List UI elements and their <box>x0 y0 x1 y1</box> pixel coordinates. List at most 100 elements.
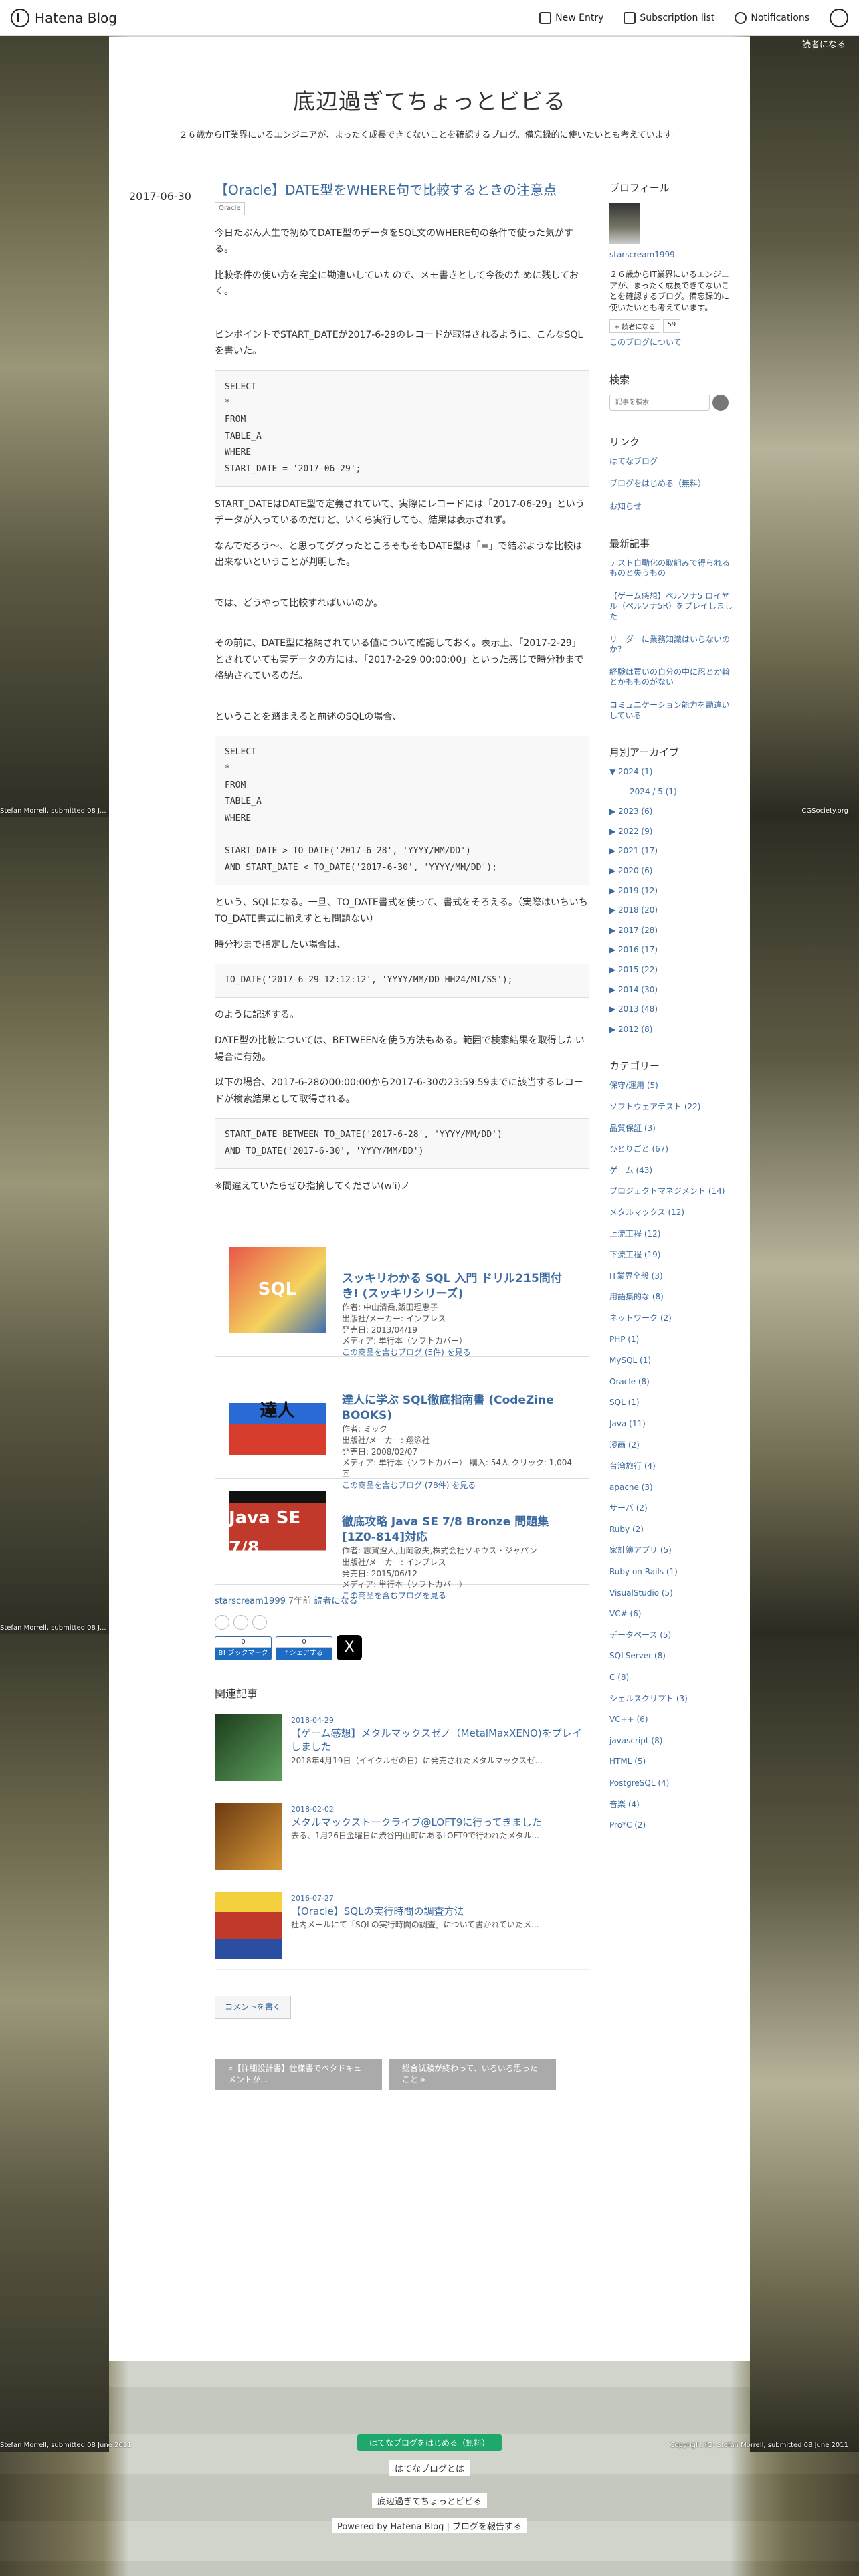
archive-link[interactable]: ▶ 2017 (28) <box>609 926 737 936</box>
category-link[interactable]: PostgreSQL (4) <box>609 1778 737 1789</box>
category-link[interactable]: IT業界全般 (3) <box>609 1271 737 1282</box>
star-user-icon[interactable] <box>233 1614 248 1630</box>
category-link[interactable]: 上流工程 (12) <box>609 1229 737 1240</box>
write-comment-button[interactable]: コメントを書く <box>215 1995 292 2019</box>
prev-entry-link[interactable]: «【詳細設計書】仕様書でベタドキュメントが... <box>215 2058 382 2090</box>
category-link[interactable]: C (8) <box>609 1673 737 1683</box>
category-link[interactable]: HTML (5) <box>609 1757 737 1767</box>
x-share-button[interactable]: X <box>337 1634 362 1660</box>
follow-link[interactable]: 読者になる <box>314 1596 357 1606</box>
notifications-button[interactable]: Notifications <box>735 11 809 24</box>
archive-link[interactable]: ▶ 2020 (6) <box>609 866 737 877</box>
category-tag[interactable]: Oracle <box>215 202 245 215</box>
category-link[interactable]: Pro*C (2) <box>609 1820 737 1831</box>
blog-title[interactable]: 底辺過ぎてちょっとビビる <box>109 84 750 116</box>
category-link[interactable]: シェルスクリプト (3) <box>609 1694 737 1705</box>
category-link[interactable]: 漫画 (2) <box>609 1440 737 1451</box>
category-link[interactable]: 下流工程 (19) <box>609 1250 737 1261</box>
category-link[interactable]: 家計簿アプリ (5) <box>609 1545 737 1556</box>
category-link[interactable]: Ruby on Rails (1) <box>609 1567 737 1578</box>
recent-entry-link[interactable]: テスト自動化の取組みで得られるものと失うもの <box>609 558 737 579</box>
category-link[interactable]: ゲーム (43) <box>609 1166 737 1176</box>
archive-link[interactable]: 2024 / 5 (1) <box>609 787 737 798</box>
category-link[interactable]: SQLServer (8) <box>609 1651 737 1662</box>
link-item[interactable]: お知らせ <box>609 502 737 512</box>
book-cover-image[interactable]: Java SE 7/8 <box>229 1491 326 1577</box>
category-link[interactable]: メタルマックス (12) <box>609 1208 737 1218</box>
category-link[interactable]: 保守/運用 (5) <box>609 1081 737 1091</box>
category-link[interactable]: MySQL (1) <box>609 1356 737 1366</box>
star-user-icon[interactable] <box>252 1614 267 1630</box>
category-link[interactable]: 用語集的な (8) <box>609 1292 737 1303</box>
category-link[interactable]: VC# (6) <box>609 1609 737 1620</box>
archive-link[interactable]: ▶ 2021 (17) <box>609 846 737 857</box>
new-entry-button[interactable]: New Entry <box>539 11 603 24</box>
start-blog-button[interactable]: はてなブログをはじめる（無料） <box>357 2434 502 2451</box>
category-link[interactable]: SQL (1) <box>609 1398 737 1408</box>
category-link[interactable]: 品質保証 (3) <box>609 1123 737 1134</box>
book-cover-image[interactable]: 達人 <box>229 1369 326 1455</box>
archive-link[interactable]: ▶ 2014 (30) <box>609 985 737 996</box>
category-link[interactable]: ネットワーク (2) <box>609 1313 737 1324</box>
related-title[interactable]: メタルマックストークライブ@LOFT9に行ってきました <box>291 1816 542 1829</box>
category-link[interactable]: ソフトウェアテスト (22) <box>609 1102 737 1113</box>
facebook-share-button[interactable]: 0f シェアする <box>276 1636 332 1660</box>
related-thumbnail[interactable] <box>215 1802 282 1870</box>
profile-name-link[interactable]: starscream1999 <box>609 249 737 261</box>
recent-entry-link[interactable]: 【ゲーム感想】ペルソナ5 ロイヤル（ペルソナ5R）をプレイしました <box>609 591 737 623</box>
related-title[interactable]: 【ゲーム感想】メタルマックスゼノ（MetalMaxXENO)をプレイしました <box>291 1727 589 1754</box>
link-item[interactable]: はてなブログ <box>609 457 737 467</box>
affiliate-title[interactable]: スッキリわかる SQL 入門 ドリル215問付き! (スッキリシリーズ) <box>342 1271 575 1302</box>
archive-link[interactable]: ▶ 2018 (20) <box>609 905 737 916</box>
category-link[interactable]: Ruby (2) <box>609 1525 737 1535</box>
footer-blog-link[interactable]: 底辺過ぎてちょっとビビる <box>371 2493 487 2508</box>
next-entry-link[interactable]: 総合試験が終わって、いろいろ思ったこと » <box>389 2058 556 2090</box>
search-input[interactable] <box>609 394 710 411</box>
category-link[interactable]: ひとりごと (67) <box>609 1144 737 1155</box>
related-item[interactable]: 2016-07-27 【Oracle】SQLの実行時間の調査方法 社内メールにて「S… <box>215 1881 589 1970</box>
related-thumbnail[interactable] <box>215 1713 282 1781</box>
affiliate-title[interactable]: 達人に学ぶ SQL徹底指南書 (CodeZine BOOKS) <box>342 1393 575 1424</box>
category-link[interactable]: PHP (1) <box>609 1335 737 1346</box>
related-thumbnail[interactable] <box>215 1891 282 1959</box>
category-link[interactable]: javascript (8) <box>609 1736 737 1747</box>
category-link[interactable]: Oracle (8) <box>609 1377 737 1388</box>
archive-link[interactable]: ▶ 2012 (8) <box>609 1025 737 1035</box>
book-cover-image[interactable]: SQL <box>229 1247 326 1333</box>
link-item[interactable]: ブログをはじめる（無料） <box>609 479 737 490</box>
archive-link[interactable]: ▶ 2023 (6) <box>609 807 737 817</box>
archive-link[interactable]: ▶ 2022 (9) <box>609 827 737 837</box>
entry-date[interactable]: 2017-06-30 <box>129 190 191 203</box>
about-blog-link[interactable]: このブログについて <box>609 337 737 348</box>
affiliate-blog-link[interactable]: この商品を含むブログ (5件) を見る <box>342 1348 471 1357</box>
hatena-bookmark-button[interactable]: 0 B! ブックマーク <box>215 1636 272 1660</box>
archive-link[interactable]: ▶ 2019 (12) <box>609 886 737 897</box>
subscription-list-button[interactable]: Subscription list <box>624 11 714 24</box>
category-link[interactable]: apache (3) <box>609 1483 737 1493</box>
entry-title[interactable]: 【Oracle】DATE型をWHERE句で比較するときの注意点 <box>215 181 589 199</box>
recent-entry-link[interactable]: 経験は買いの自分の中に忍とか斡とかもものがない <box>609 667 737 688</box>
category-link[interactable]: データベース (5) <box>609 1630 737 1641</box>
related-item[interactable]: 2018-04-29 【ゲーム感想】メタルマックスゼノ（MetalMaxXENO)… <box>215 1703 589 1792</box>
hatena-logo[interactable]: Hatena Blog <box>11 8 117 27</box>
recent-entry-link[interactable]: コミュニケーション能力を勘違いしている <box>609 700 737 721</box>
category-link[interactable]: 音楽 (4) <box>609 1800 737 1810</box>
category-link[interactable]: Java (11) <box>609 1419 737 1430</box>
recent-entry-link[interactable]: リーダーに業務知識はいらないのか？ <box>609 635 737 655</box>
archive-link[interactable]: ▼ 2024 (1) <box>609 767 737 778</box>
archive-link[interactable]: ▶ 2016 (17) <box>609 945 737 956</box>
about-hatena-link[interactable]: はてなブログとは <box>389 2460 470 2476</box>
follow-widget[interactable]: + 読者になる 59 <box>609 318 681 333</box>
affiliate-title[interactable]: 徹底攻略 Java SE 7/8 Bronze 問題集[1Z0-814]対応 <box>342 1515 575 1545</box>
category-link[interactable]: サーバ (2) <box>609 1503 737 1514</box>
search-icon[interactable] <box>712 394 729 411</box>
category-link[interactable]: VisualStudio (5) <box>609 1588 737 1599</box>
archive-link[interactable]: ▶ 2013 (48) <box>609 1004 737 1015</box>
profile-avatar[interactable] <box>609 203 640 244</box>
archive-link[interactable]: ▶ 2015 (22) <box>609 965 737 976</box>
post-age[interactable]: 7年前 <box>288 1596 311 1606</box>
category-link[interactable]: VC++ (6) <box>609 1715 737 1725</box>
add-star-icon[interactable] <box>215 1614 229 1630</box>
author-link[interactable]: starscream1999 <box>215 1596 286 1606</box>
related-item[interactable]: 2018-02-02 メタルマックストークライブ@LOFT9に行ってきました 去る、… <box>215 1792 589 1881</box>
